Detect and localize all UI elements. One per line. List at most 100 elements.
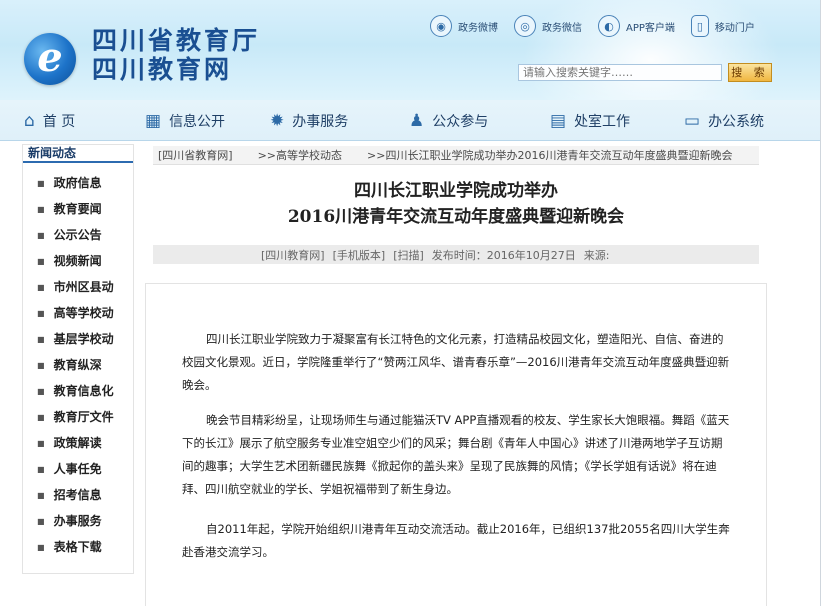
breadcrumb-category[interactable]: >>高等学校动态 — [258, 147, 342, 163]
nav-label: 处室工作 — [574, 114, 631, 130]
sidebar-item-label: 表格下载 — [53, 540, 102, 554]
meta-mobile-link[interactable]: [手机版本] — [333, 247, 386, 263]
people-icon: ♟ — [409, 111, 425, 131]
bullet-icon: ■ — [37, 517, 45, 526]
top-link-label: APP客户端 — [626, 22, 675, 34]
article-title-line2: 2016川港青年交流互动年度盛典暨迎新晚会 — [287, 207, 625, 227]
bullet-icon: ■ — [37, 361, 45, 370]
nav-item-public[interactable]: ♟ 公众参与 — [409, 108, 488, 134]
sidebar-item-label: 教育要闻 — [53, 202, 102, 216]
top-link-label: 政务微博 — [458, 22, 498, 34]
bullet-icon: ■ — [37, 491, 45, 500]
nav-item-services[interactable]: ✹ 办事服务 — [270, 108, 348, 134]
meta-scan-link[interactable]: [扫描] — [393, 247, 424, 263]
site-name[interactable]: 四川省教育厅 四川教育网 — [92, 26, 260, 84]
nav-item-system[interactable]: ▭ 办公系统 — [684, 108, 764, 134]
home-icon: ⌂ — [24, 111, 35, 131]
article-title-line1: 四川长江职业学院成功举办 — [354, 181, 558, 201]
bullet-icon: ■ — [37, 205, 45, 214]
bullet-icon: ■ — [37, 309, 45, 318]
bullet-icon: ■ — [37, 439, 45, 448]
sidebar-item[interactable]: ■ 高等学校动 — [23, 300, 133, 326]
nav-label: 办事服务 — [292, 114, 349, 130]
sidebar-list: ■ 政府信息 ■ 教育要闻 ■ 公示公告 ■ 视频新闻 ■ 市州区县动 ■ 高等学校动 ■ 基… — [23, 163, 133, 560]
main-nav: ⌂ 首 页 ▦ 信息公开 ✹ 办事服务 ♟ 公众参与 ▤ 处室工作 ▭ 办公系统 — [0, 100, 821, 141]
sidebar-item[interactable]: ■ 市州区县动 — [23, 274, 133, 300]
bullet-icon: ■ — [37, 543, 45, 552]
site-name-line1: 四川省教育厅 — [92, 26, 261, 55]
sidebar-item-label: 人事任免 — [53, 462, 102, 476]
sidebar-item-label: 政府信息 — [53, 176, 102, 190]
sidebar-item-label: 办事服务 — [53, 514, 102, 528]
site-header: e 四川省教育厅 四川教育网 ◉ 政务微博 ◎ 政务微信 ◐ APP客户端 ▯ … — [0, 0, 821, 100]
nav-label: 公众参与 — [432, 114, 489, 130]
monitor-icon: ▭ — [684, 111, 701, 131]
breadcrumb-current[interactable]: >>四川长江职业学院成功举办2016川港青年交流互动年度盛典暨迎新晚会 — [367, 147, 732, 163]
top-link-label: 移动门户 — [714, 22, 755, 34]
site-name-line2: 四川教育网 — [92, 55, 233, 84]
sidebar: 新闻动态 ■ 政府信息 ■ 教育要闻 ■ 公示公告 ■ 视频新闻 ■ 市州区县动 ■ 高等学… — [22, 144, 134, 574]
article-paragraph: 晚会节目精彩纷呈，让现场师生与通过能猫沃TV APP直播观看的校友、学生家长大饱… — [182, 413, 730, 496]
top-link-label: 政务微信 — [542, 22, 582, 34]
top-link-mobile[interactable]: ▯ 移动门户 — [690, 14, 755, 38]
calendar-icon: ▤ — [550, 111, 567, 131]
search-button[interactable]: 搜 索 — [728, 63, 772, 82]
sidebar-item[interactable]: ■ 教育信息化 — [23, 378, 133, 404]
sidebar-item[interactable]: ■ 政府信息 — [23, 170, 133, 196]
nav-item-home[interactable]: ⌂ 首 页 — [24, 108, 75, 134]
weibo-icon: ◉ — [430, 15, 452, 37]
sidebar-item-label: 教育纵深 — [53, 358, 102, 372]
logo-letter[interactable]: e — [24, 33, 76, 85]
article-paragraph: 自2011年起，学院开始组织川港青年互动交流活动。截止2016年，已组织137批… — [182, 522, 730, 559]
bullet-icon: ■ — [37, 283, 45, 292]
top-link-weibo[interactable]: ◉ 政务微博 — [430, 14, 498, 38]
gear-icon: ✹ — [270, 111, 285, 131]
nav-label: 办公系统 — [708, 114, 765, 130]
nav-item-info[interactable]: ▦ 信息公开 — [145, 108, 225, 134]
wechat-icon: ◎ — [514, 15, 536, 37]
sidebar-item-label: 公示公告 — [53, 228, 102, 242]
sidebar-item[interactable]: ■ 基层学校动 — [23, 326, 133, 352]
bullet-icon: ■ — [37, 179, 45, 188]
breadcrumb-home[interactable]: [四川省教育网] — [158, 147, 233, 163]
sidebar-item-label: 教育信息化 — [53, 384, 114, 398]
article-title: 四川长江职业学院成功举办 2016川港青年交流互动年度盛典暨迎新晚会 — [153, 178, 759, 230]
search-input[interactable] — [518, 64, 722, 81]
top-link-app[interactable]: ◐ APP客户端 — [598, 14, 675, 38]
sidebar-item-label: 基层学校动 — [53, 332, 114, 346]
sidebar-item-label: 政策解读 — [53, 436, 102, 450]
sidebar-item-label: 市州区县动 — [53, 280, 114, 294]
sidebar-item-label: 视频新闻 — [53, 254, 102, 268]
nav-item-office[interactable]: ▤ 处室工作 — [550, 108, 630, 134]
sidebar-item[interactable]: ■ 表格下载 — [23, 534, 133, 560]
sidebar-item[interactable]: ■ 办事服务 — [23, 508, 133, 534]
meta-source-link[interactable]: [四川教育网] — [261, 247, 325, 263]
sidebar-item[interactable]: ■ 人事任免 — [23, 456, 133, 482]
sidebar-heading: 新闻动态 — [23, 145, 133, 163]
top-link-wechat[interactable]: ◎ 政务微信 — [514, 14, 582, 38]
sidebar-item[interactable]: ■ 教育纵深 — [23, 352, 133, 378]
sidebar-item-label: 高等学校动 — [53, 306, 114, 320]
meta-publish-time: 发布时间：2016年10月27日 — [431, 248, 576, 262]
sidebar-item-label: 招考信息 — [53, 488, 102, 502]
meta-origin: 来源: — [583, 248, 610, 262]
article-meta: [四川教育网] [手机版本] [扫描] 发布时间：2016年10月27日 来源: — [153, 245, 759, 264]
mobile-icon: ▯ — [690, 15, 709, 37]
sidebar-item[interactable]: ■ 视频新闻 — [23, 248, 133, 274]
article-paragraph: 四川长江职业学院致力于凝聚富有长江特色的文化元素，打造精品校园文化，塑造阳光、自… — [182, 332, 730, 392]
breadcrumb: [四川省教育网] >>高等学校动态 >>四川长江职业学院成功举办2016川港青年… — [153, 146, 759, 165]
bullet-icon: ■ — [37, 387, 45, 396]
sidebar-item[interactable]: ■ 招考信息 — [23, 482, 133, 508]
sidebar-item[interactable]: ■ 公示公告 — [23, 222, 133, 248]
bullet-icon: ■ — [37, 465, 45, 474]
bullet-icon: ■ — [37, 257, 45, 266]
sidebar-item[interactable]: ■ 教育要闻 — [23, 196, 133, 222]
bullet-icon: ■ — [37, 335, 45, 344]
bullet-icon: ■ — [37, 413, 45, 422]
sidebar-item[interactable]: ■ 政策解读 — [23, 430, 133, 456]
top-links: ◉ 政务微博 ◎ 政务微信 ◐ APP客户端 ▯ 移动门户 — [430, 14, 771, 38]
sidebar-item[interactable]: ■ 教育厅文件 — [23, 404, 133, 430]
sidebar-item-label: 教育厅文件 — [53, 410, 114, 424]
nav-label: 信息公开 — [169, 114, 226, 130]
nav-label: 首 页 — [42, 114, 76, 130]
